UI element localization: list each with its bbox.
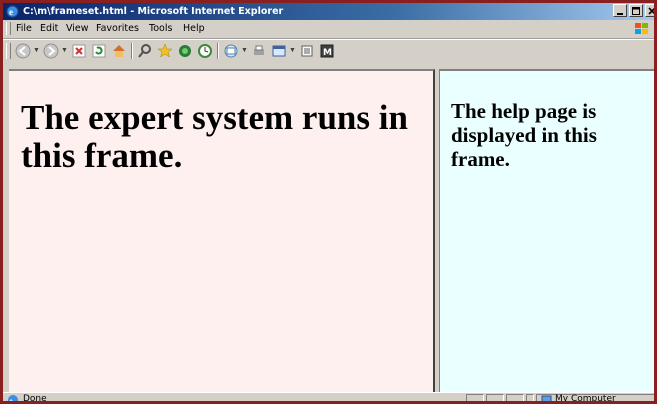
discuss-icon[interactable] — [299, 43, 315, 59]
print-icon[interactable] — [251, 43, 267, 59]
menu-favorites-label: Favorites — [96, 23, 139, 34]
my-computer-icon — [541, 395, 552, 401]
minimize-button[interactable] — [613, 4, 627, 17]
edit-dropdown-icon[interactable]: ▼ — [289, 47, 296, 54]
edit-icon[interactable] — [271, 43, 287, 59]
windows-flag-icon — [635, 23, 648, 34]
status-text: Done — [23, 394, 47, 404]
favorites-icon[interactable] — [157, 43, 173, 59]
maximize-button[interactable] — [629, 4, 643, 17]
minimize-icon — [617, 13, 623, 15]
messenger-icon[interactable]: M — [319, 43, 335, 59]
help-heading: The help page is displayed in this frame… — [451, 99, 597, 171]
svg-text:e: e — [9, 7, 13, 17]
security-zone-label: My Computer — [555, 394, 616, 404]
menu-help-label: Help — [183, 23, 205, 34]
close-icon — [648, 7, 654, 15]
media-icon[interactable] — [177, 43, 193, 59]
menu-favorites[interactable]: Favorites — [96, 23, 139, 34]
close-button[interactable] — [645, 4, 654, 17]
toolbar-grip[interactable] — [6, 43, 11, 59]
forward-icon[interactable] — [43, 43, 59, 59]
frameset: The expert system runs in this frame. Th… — [3, 63, 654, 392]
back-icon[interactable] — [15, 43, 31, 59]
menu-grip[interactable] — [6, 22, 11, 35]
search-icon[interactable] — [137, 43, 153, 59]
ie-logo-icon: e — [6, 5, 19, 18]
mail-icon[interactable] — [223, 43, 239, 59]
title-bar[interactable]: e C:\m\frameset.html - Microsoft Interne… — [3, 3, 654, 20]
toolbar-separator — [217, 43, 219, 59]
back-dropdown-icon[interactable]: ▼ — [33, 47, 40, 54]
status-pane — [526, 394, 534, 401]
mail-dropdown-icon[interactable]: ▼ — [241, 47, 248, 54]
svg-text:e: e — [10, 397, 13, 404]
expert-system-heading: The expert system runs in this frame. — [21, 98, 408, 175]
menu-view[interactable]: View — [66, 23, 89, 34]
menu-bar: File Edit View Favorites Tools Help — [3, 20, 654, 39]
expert-system-frame: The expert system runs in this frame. — [9, 69, 435, 392]
menu-file[interactable]: File — [16, 23, 32, 34]
status-pane — [506, 394, 524, 401]
toolbar: ▼ ▼ ▼ ▼ M — [3, 39, 654, 62]
status-pane — [466, 394, 484, 401]
help-frame: The help page is displayed in this frame… — [439, 69, 654, 392]
menu-help[interactable]: Help — [183, 23, 205, 34]
menu-edit[interactable]: Edit — [40, 23, 58, 34]
svg-text:M: M — [323, 48, 332, 58]
stop-icon[interactable] — [71, 43, 87, 59]
home-icon[interactable] — [111, 43, 127, 59]
page-done-icon: e — [8, 395, 18, 404]
window-title: C:\m\frameset.html - Microsoft Internet … — [23, 6, 284, 17]
maximize-icon — [632, 7, 640, 15]
forward-dropdown-icon[interactable]: ▼ — [61, 47, 68, 54]
status-pane — [486, 394, 504, 401]
menu-view-label: View — [66, 23, 89, 34]
history-icon[interactable] — [197, 43, 213, 59]
menu-tools-label: Tools — [149, 23, 173, 34]
status-bar: e Done My Computer — [3, 392, 654, 404]
refresh-icon[interactable] — [91, 43, 107, 59]
toolbar-separator — [131, 43, 133, 59]
security-zone-pane[interactable]: My Computer — [536, 394, 654, 404]
menu-file-label: File — [16, 23, 32, 34]
menu-edit-label: Edit — [40, 23, 59, 34]
browser-window: e C:\m\frameset.html - Microsoft Interne… — [0, 0, 657, 404]
menu-tools[interactable]: Tools — [149, 23, 172, 34]
